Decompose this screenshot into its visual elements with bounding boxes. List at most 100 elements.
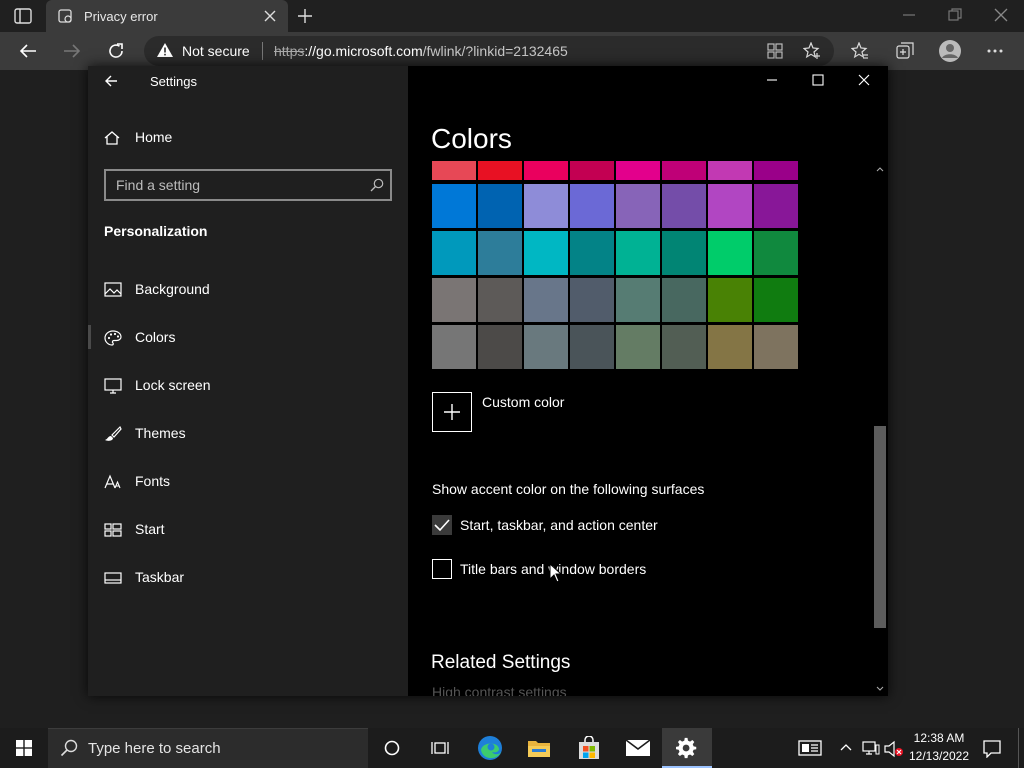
- taskbar-settings-button[interactable]: [662, 728, 712, 768]
- scrollbar-thumb[interactable]: [874, 426, 886, 628]
- network-icon[interactable]: [862, 741, 880, 755]
- profile-avatar-icon[interactable]: [938, 39, 962, 63]
- news-widget-icon[interactable]: [798, 740, 822, 756]
- color-swatch[interactable]: [432, 231, 476, 275]
- color-swatch[interactable]: [708, 278, 752, 322]
- taskbar-time[interactable]: 12:38 AM: [904, 731, 974, 745]
- color-swatch[interactable]: [524, 161, 568, 180]
- nav-fonts[interactable]: Fonts: [88, 462, 408, 502]
- color-swatch[interactable]: [708, 325, 752, 369]
- color-swatch[interactable]: [432, 278, 476, 322]
- color-swatch[interactable]: [662, 325, 706, 369]
- nav-themes[interactable]: Themes: [88, 414, 408, 454]
- browser-restore-icon[interactable]: [948, 8, 962, 22]
- color-swatch[interactable]: [708, 161, 752, 180]
- color-swatch[interactable]: [616, 161, 660, 180]
- checkbox-start-taskbar[interactable]: [432, 515, 452, 535]
- color-swatch[interactable]: [478, 161, 522, 180]
- color-swatch[interactable]: [570, 184, 614, 228]
- tab-actions-icon[interactable]: [14, 8, 32, 24]
- color-swatch[interactable]: [662, 231, 706, 275]
- settings-back-icon[interactable]: [104, 74, 118, 88]
- edge-icon[interactable]: [477, 735, 503, 761]
- scroll-down-icon[interactable]: [876, 686, 884, 692]
- color-swatch[interactable]: [754, 161, 798, 180]
- add-favorite-icon[interactable]: [803, 42, 821, 60]
- cortana-icon[interactable]: [384, 740, 400, 756]
- color-swatch[interactable]: [662, 278, 706, 322]
- nav-start[interactable]: Start: [88, 510, 408, 550]
- color-swatch[interactable]: [616, 325, 660, 369]
- forward-icon[interactable]: [63, 43, 81, 59]
- color-swatch[interactable]: [432, 161, 476, 180]
- new-tab-icon[interactable]: [297, 8, 313, 24]
- show-hidden-icons-icon[interactable]: [840, 743, 852, 751]
- browser-close-icon[interactable]: [994, 8, 1008, 22]
- settings-search-input[interactable]: [116, 176, 356, 194]
- custom-color-button[interactable]: [432, 392, 472, 432]
- volume-muted-icon[interactable]: [884, 740, 904, 758]
- color-swatch[interactable]: [570, 161, 614, 180]
- color-swatch[interactable]: [754, 278, 798, 322]
- mail-icon[interactable]: [625, 739, 651, 757]
- color-swatch[interactable]: [754, 231, 798, 275]
- color-swatch[interactable]: [478, 325, 522, 369]
- color-swatch[interactable]: [616, 184, 660, 228]
- taskbar-search-placeholder[interactable]: Type here to search: [88, 740, 221, 757]
- tab-close-icon[interactable]: [264, 10, 276, 22]
- checkbox-start-taskbar-label[interactable]: Start, taskbar, and action center: [460, 517, 658, 533]
- color-swatch[interactable]: [524, 231, 568, 275]
- color-swatch[interactable]: [432, 325, 476, 369]
- warning-icon[interactable]: [156, 42, 174, 58]
- nav-taskbar[interactable]: Taskbar: [88, 558, 408, 598]
- color-swatch[interactable]: [754, 184, 798, 228]
- nav-lock-screen[interactable]: Lock screen: [88, 366, 408, 406]
- color-swatch[interactable]: [478, 184, 522, 228]
- color-swatch[interactable]: [754, 325, 798, 369]
- color-swatch[interactable]: [570, 278, 614, 322]
- microsoft-store-icon[interactable]: [577, 736, 601, 760]
- color-swatch[interactable]: [662, 161, 706, 180]
- custom-color-label[interactable]: Custom color: [482, 394, 564, 410]
- color-swatch[interactable]: [524, 184, 568, 228]
- checkbox-title-bars[interactable]: [432, 559, 452, 579]
- more-menu-icon[interactable]: [987, 49, 1003, 53]
- nav-background[interactable]: Background: [88, 270, 408, 310]
- not-secure-label[interactable]: Not secure: [182, 43, 250, 59]
- color-swatch[interactable]: [616, 278, 660, 322]
- url-text[interactable]: https://go.microsoft.com/fwlink/?linkid=…: [274, 43, 568, 59]
- color-swatch[interactable]: [708, 184, 752, 228]
- color-swatch[interactable]: [524, 325, 568, 369]
- color-swatch[interactable]: [570, 231, 614, 275]
- color-swatch[interactable]: [478, 231, 522, 275]
- settings-search[interactable]: [104, 169, 392, 201]
- favorites-icon[interactable]: [851, 42, 869, 60]
- close-icon[interactable]: [858, 74, 870, 86]
- color-swatch[interactable]: [570, 325, 614, 369]
- color-swatch[interactable]: [616, 231, 660, 275]
- nav-colors[interactable]: Colors: [88, 318, 408, 358]
- minimize-icon[interactable]: [766, 74, 778, 86]
- refresh-icon[interactable]: [107, 42, 125, 60]
- task-view-icon[interactable]: [431, 740, 449, 756]
- collections-icon[interactable]: [896, 42, 914, 60]
- color-swatch[interactable]: [708, 231, 752, 275]
- color-swatch[interactable]: [524, 278, 568, 322]
- browser-tab[interactable]: Privacy error: [46, 0, 288, 32]
- color-swatch[interactable]: [662, 184, 706, 228]
- nav-home[interactable]: Home: [88, 118, 408, 158]
- taskbar-date[interactable]: 12/13/2022: [904, 749, 974, 763]
- search-icon[interactable]: [370, 178, 384, 192]
- high-contrast-link[interactable]: High contrast settings: [432, 684, 567, 696]
- show-desktop-button[interactable]: [1018, 728, 1024, 768]
- maximize-icon[interactable]: [812, 74, 824, 86]
- scroll-up-icon[interactable]: [876, 166, 884, 172]
- back-icon[interactable]: [19, 43, 37, 59]
- app-available-icon[interactable]: [767, 43, 783, 59]
- windows-start-icon[interactable]: [16, 740, 32, 756]
- color-swatch[interactable]: [432, 184, 476, 228]
- file-explorer-icon[interactable]: [527, 737, 551, 759]
- browser-minimize-icon[interactable]: [902, 8, 916, 22]
- action-center-icon[interactable]: [983, 740, 1001, 758]
- color-swatch[interactable]: [478, 278, 522, 322]
